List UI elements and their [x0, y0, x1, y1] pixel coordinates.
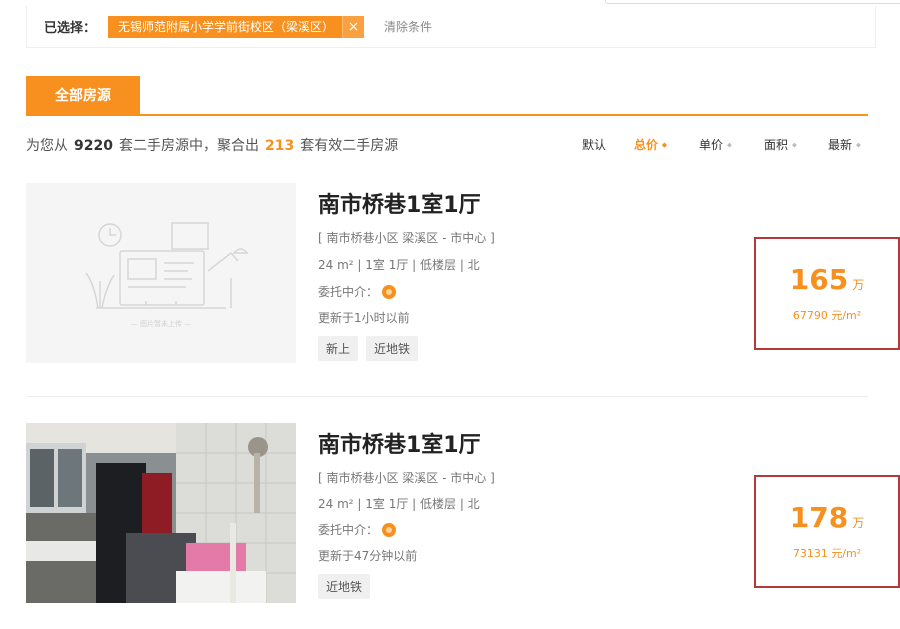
sort-total-price-label: 总价 — [634, 138, 659, 152]
listing-unit-price: 67790 元/m² — [792, 309, 862, 322]
sort-arrow-icon: ⬥ — [662, 141, 667, 149]
listing-location[interactable]: [ 南市桥巷小区 梁溪区 - 市中心 ] — [318, 229, 495, 246]
listing-title[interactable]: 南市桥巷1室1厅 — [318, 427, 481, 459]
listing-price: 178 万 — [756, 501, 898, 534]
listing-updated: 更新于1小时以前 — [318, 311, 410, 325]
price-box: 165 万 67790 元/m² — [754, 237, 900, 350]
sort-unit-price-label: 单价 — [699, 138, 724, 152]
sort-unit-price[interactable]: 单价 ⬥ — [699, 136, 732, 153]
summary-prefix: 为您从 — [26, 138, 68, 154]
sort-arrow-icon: ⬥ — [727, 141, 732, 149]
kitchen-photo — [26, 423, 296, 603]
listing-agent-label: 委托中介： — [318, 285, 379, 299]
tag-new: 新上 — [318, 336, 359, 361]
summary-valid-count: 213 — [264, 138, 295, 154]
price-value: 178 — [789, 501, 849, 534]
listing-photo[interactable] — [26, 423, 296, 603]
summary-suffix: 套有效二手房源 — [300, 138, 399, 154]
clear-filters-link[interactable]: 清除条件 — [384, 18, 432, 35]
listing-item[interactable]: 南市桥巷1室1厅 [ 南市桥巷小区 梁溪区 - 市中心 ] 24 m² | 1室… — [26, 423, 900, 613]
no-photo-illustration — [85, 222, 249, 309]
tag-near-metro: 近地铁 — [318, 574, 371, 599]
sort-area-label: 面积 — [764, 138, 789, 152]
sort-default[interactable]: 默认 — [582, 136, 606, 153]
agent-icon[interactable] — [382, 523, 397, 537]
listing-agent: 委托中介： — [318, 521, 397, 538]
listing-photo-placeholder[interactable]: — 图片暂未上传 — — [26, 183, 296, 363]
sort-newest-label: 最新 — [828, 138, 853, 152]
sort-arrow-icon: ⬥ — [792, 141, 797, 149]
listing-divider — [26, 396, 868, 397]
selected-filter-bar: 已选择： 无锡师范附属小学学前街校区（梁溪区） × 清除条件 — [26, 6, 876, 48]
price-unit: 万 — [852, 278, 865, 292]
listing-updated: 更新于47分钟以前 — [318, 549, 418, 563]
listing-tags: 新上 近地铁 — [318, 336, 419, 361]
summary-mid: 套二手房源中，聚合出 — [118, 138, 259, 154]
filter-tag-text: 无锡师范附属小学学前街校区（梁溪区） — [118, 20, 335, 34]
listing-specs: 24 m² | 1室 1厅 | 低楼层 | 北 — [318, 258, 480, 272]
sort-newest[interactable]: 最新 ⬥ — [828, 136, 861, 153]
listing-title[interactable]: 南市桥巷1室1厅 — [318, 187, 481, 219]
listing-agent: 委托中介： — [318, 283, 397, 300]
result-summary: 为您从 9220 套二手房源中，聚合出 213 套有效二手房源 — [26, 135, 398, 155]
listing-location[interactable]: [ 南市桥巷小区 梁溪区 - 市中心 ] — [318, 469, 495, 486]
listing-price: 165 万 — [756, 263, 898, 296]
filter-tag[interactable]: 无锡师范附属小学学前街校区（梁溪区） × — [108, 15, 365, 38]
summary-total-count: 9220 — [74, 138, 113, 154]
sort-arrow-icon: ⬥ — [856, 141, 861, 149]
filter-label: 已选择： — [44, 21, 97, 36]
listing-unit-price: 73131 元/m² — [792, 547, 862, 560]
price-box: 178 万 73131 元/m² — [754, 475, 900, 588]
sort-total-price[interactable]: 总价 ⬥ — [634, 136, 667, 153]
listing-agent-label: 委托中介： — [318, 523, 379, 537]
tag-near-metro: 近地铁 — [366, 336, 419, 361]
no-photo-caption: — 图片暂未上传 — — [130, 320, 192, 328]
tab-bar: 全部房源 — [26, 76, 868, 116]
price-unit: 万 — [852, 516, 865, 530]
sort-area[interactable]: 面积 ⬥ — [764, 136, 797, 153]
agent-icon[interactable] — [382, 285, 397, 299]
listing-item[interactable]: — 图片暂未上传 — 南市桥巷1室1厅 [ 南市桥巷小区 梁溪区 - 市中心 ]… — [26, 183, 900, 373]
top-search-edge — [605, 0, 900, 4]
price-value: 165 — [789, 263, 849, 296]
close-icon[interactable]: × — [342, 15, 365, 38]
tab-all-listings[interactable]: 全部房源 — [26, 76, 140, 114]
sort-default-label: 默认 — [582, 138, 607, 152]
listing-specs: 24 m² | 1室 1厅 | 低楼层 | 北 — [318, 497, 480, 511]
listing-tags: 近地铁 — [318, 574, 371, 599]
